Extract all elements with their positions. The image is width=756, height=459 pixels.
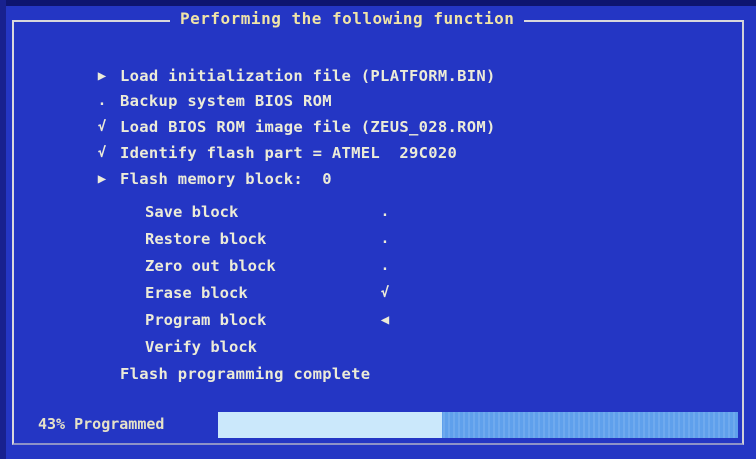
checkmark-icon: √ bbox=[380, 285, 390, 301]
step-load-initialization-file: Load initialization file (PLATFORM.BIN) bbox=[120, 67, 496, 85]
completion-message: Flash programming complete bbox=[120, 365, 371, 383]
block-op-zero-out-label: Zero out block bbox=[145, 257, 276, 275]
dot-icon: . bbox=[380, 258, 390, 274]
monitor-bezel-left bbox=[0, 0, 6, 459]
dot-icon: . bbox=[380, 204, 390, 220]
checkmark-icon: √ bbox=[97, 145, 107, 161]
progress-label: 43% Programmed bbox=[38, 415, 165, 433]
step-identify-flash-part: Identify flash part = ATMEL 29C020 bbox=[120, 144, 458, 162]
progress-bar-fill bbox=[218, 412, 442, 438]
dot-icon: . bbox=[97, 93, 107, 109]
dot-icon: . bbox=[380, 231, 390, 247]
progress-bar bbox=[218, 412, 738, 438]
step-backup-bios-rom: Backup system BIOS ROM bbox=[120, 92, 332, 110]
block-op-erase-label: Erase block bbox=[145, 284, 248, 302]
block-op-restore-label: Restore block bbox=[145, 230, 267, 248]
block-op-verify-label: Verify block bbox=[145, 338, 257, 356]
checkmark-icon: √ bbox=[97, 119, 107, 135]
arrow-left-icon: ◀ bbox=[380, 312, 390, 328]
step-flash-memory-block: Flash memory block: 0 bbox=[120, 170, 332, 188]
block-op-program-label: Program block bbox=[145, 311, 267, 329]
step-load-bios-rom-image: Load BIOS ROM image file (ZEUS_028.ROM) bbox=[120, 118, 496, 136]
frame-title: Performing the following function bbox=[170, 8, 525, 30]
monitor-bezel-top bbox=[0, 0, 756, 6]
arrow-right-icon: ▶ bbox=[97, 68, 107, 84]
bios-flash-screen: Performing the following function ▶ Load… bbox=[0, 0, 756, 459]
block-op-save-label: Save block bbox=[145, 203, 239, 221]
arrow-right-icon: ▶ bbox=[97, 171, 107, 187]
